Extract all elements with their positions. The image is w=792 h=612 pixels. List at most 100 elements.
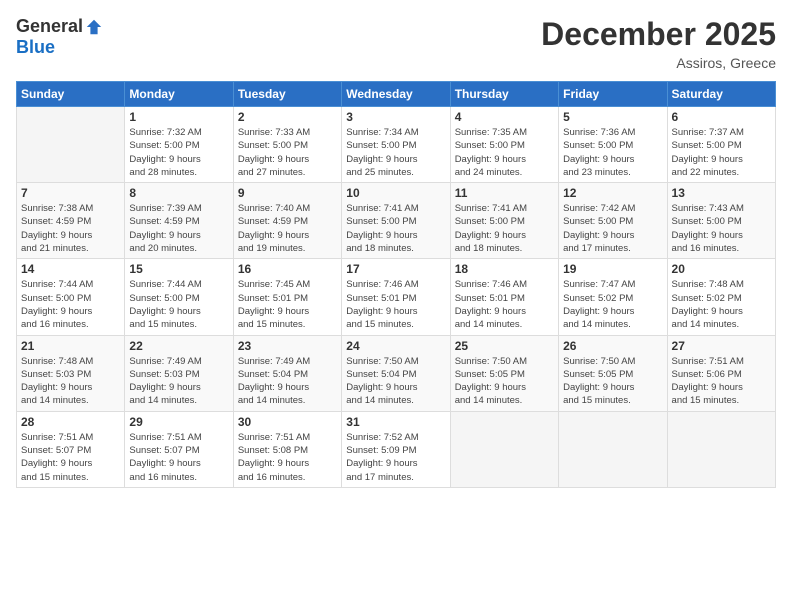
- day-number: 12: [563, 186, 662, 200]
- day-info: Sunrise: 7:33 AMSunset: 5:00 PMDaylight:…: [238, 126, 337, 179]
- calendar-cell: 31 Sunrise: 7:52 AMSunset: 5:09 PMDayligh…: [342, 411, 450, 487]
- day-number: 25: [455, 339, 554, 353]
- logo: General Blue: [16, 16, 103, 58]
- day-number: 4: [455, 110, 554, 124]
- day-info: Sunrise: 7:32 AMSunset: 5:00 PMDaylight:…: [129, 126, 228, 179]
- calendar-cell: [667, 411, 775, 487]
- header: General Blue December 2025 Assiros, Gree…: [16, 16, 776, 71]
- day-info: Sunrise: 7:52 AMSunset: 5:09 PMDaylight:…: [346, 431, 445, 484]
- day-number: 31: [346, 415, 445, 429]
- header-monday: Monday: [125, 82, 233, 107]
- day-number: 21: [21, 339, 120, 353]
- subtitle: Assiros, Greece: [541, 55, 776, 71]
- calendar-cell: [450, 411, 558, 487]
- day-info: Sunrise: 7:49 AMSunset: 5:03 PMDaylight:…: [129, 355, 228, 408]
- calendar-cell: 3Sunrise: 7:34 AMSunset: 5:00 PMDaylight…: [342, 107, 450, 183]
- day-number: 24: [346, 339, 445, 353]
- logo-icon: [85, 18, 103, 36]
- calendar-header-row: Sunday Monday Tuesday Wednesday Thursday…: [17, 82, 776, 107]
- calendar-cell: 18 Sunrise: 7:46 AMSunset: 5:01 PMDayligh…: [450, 259, 558, 335]
- calendar-cell: 9 Sunrise: 7:40 AMSunset: 4:59 PMDaylight…: [233, 183, 341, 259]
- day-info: Sunrise: 7:41 AMSunset: 5:00 PMDaylight:…: [455, 202, 554, 255]
- header-wednesday: Wednesday: [342, 82, 450, 107]
- header-thursday: Thursday: [450, 82, 558, 107]
- calendar-cell: [17, 107, 125, 183]
- day-info: Sunrise: 7:44 AMSunset: 5:00 PMDaylight:…: [129, 278, 228, 331]
- day-number: 13: [672, 186, 771, 200]
- day-info: Sunrise: 7:47 AMSunset: 5:02 PMDaylight:…: [563, 278, 662, 331]
- header-saturday: Saturday: [667, 82, 775, 107]
- logo-blue-text: Blue: [16, 37, 55, 58]
- day-info: Sunrise: 7:35 AMSunset: 5:00 PMDaylight:…: [455, 126, 554, 179]
- header-friday: Friday: [559, 82, 667, 107]
- calendar-week-row: 21 Sunrise: 7:48 AMSunset: 5:03 PMDayligh…: [17, 335, 776, 411]
- calendar-cell: 1 Sunrise: 7:32 AMSunset: 5:00 PMDaylight…: [125, 107, 233, 183]
- day-number: 1: [129, 110, 228, 124]
- calendar-week-row: 28Sunrise: 7:51 AMSunset: 5:07 PMDayligh…: [17, 411, 776, 487]
- calendar-cell: 6 Sunrise: 7:37 AMSunset: 5:00 PMDaylight…: [667, 107, 775, 183]
- calendar-cell: 25Sunrise: 7:50 AMSunset: 5:05 PMDayligh…: [450, 335, 558, 411]
- calendar-cell: 4 Sunrise: 7:35 AMSunset: 5:00 PMDaylight…: [450, 107, 558, 183]
- day-number: 5: [563, 110, 662, 124]
- calendar-cell: 8 Sunrise: 7:39 AMSunset: 4:59 PMDaylight…: [125, 183, 233, 259]
- calendar-cell: 23 Sunrise: 7:49 AMSunset: 5:04 PMDayligh…: [233, 335, 341, 411]
- day-number: 23: [238, 339, 337, 353]
- day-info: Sunrise: 7:51 AMSunset: 5:06 PMDaylight:…: [672, 355, 771, 408]
- day-info: Sunrise: 7:46 AMSunset: 5:01 PMDaylight:…: [346, 278, 445, 331]
- day-number: 20: [672, 262, 771, 276]
- day-info: Sunrise: 7:51 AMSunset: 5:07 PMDaylight:…: [21, 431, 120, 484]
- calendar-cell: 19 Sunrise: 7:47 AMSunset: 5:02 PMDayligh…: [559, 259, 667, 335]
- calendar-cell: 28Sunrise: 7:51 AMSunset: 5:07 PMDayligh…: [17, 411, 125, 487]
- header-sunday: Sunday: [17, 82, 125, 107]
- day-info: Sunrise: 7:37 AMSunset: 5:00 PMDaylight:…: [672, 126, 771, 179]
- calendar-cell: 15Sunrise: 7:44 AMSunset: 5:00 PMDayligh…: [125, 259, 233, 335]
- calendar-cell: 26 Sunrise: 7:50 AMSunset: 5:05 PMDayligh…: [559, 335, 667, 411]
- day-info: Sunrise: 7:49 AMSunset: 5:04 PMDaylight:…: [238, 355, 337, 408]
- day-info: Sunrise: 7:50 AMSunset: 5:04 PMDaylight:…: [346, 355, 445, 408]
- calendar-cell: 7 Sunrise: 7:38 AMSunset: 4:59 PMDaylight…: [17, 183, 125, 259]
- day-info: Sunrise: 7:39 AMSunset: 4:59 PMDaylight:…: [129, 202, 228, 255]
- day-info: Sunrise: 7:43 AMSunset: 5:00 PMDaylight:…: [672, 202, 771, 255]
- calendar-cell: 27 Sunrise: 7:51 AMSunset: 5:06 PMDayligh…: [667, 335, 775, 411]
- day-info: Sunrise: 7:38 AMSunset: 4:59 PMDaylight:…: [21, 202, 120, 255]
- day-number: 30: [238, 415, 337, 429]
- day-info: Sunrise: 7:51 AMSunset: 5:07 PMDaylight:…: [129, 431, 228, 484]
- title-area: December 2025 Assiros, Greece: [541, 16, 776, 71]
- day-info: Sunrise: 7:48 AMSunset: 5:02 PMDaylight:…: [672, 278, 771, 331]
- calendar-cell: 14 Sunrise: 7:44 AMSunset: 5:00 PMDayligh…: [17, 259, 125, 335]
- calendar-cell: 22 Sunrise: 7:49 AMSunset: 5:03 PMDayligh…: [125, 335, 233, 411]
- day-number: 14: [21, 262, 120, 276]
- day-info: Sunrise: 7:44 AMSunset: 5:00 PMDaylight:…: [21, 278, 120, 331]
- calendar-cell: 13 Sunrise: 7:43 AMSunset: 5:00 PMDayligh…: [667, 183, 775, 259]
- day-info: Sunrise: 7:41 AMSunset: 5:00 PMDaylight:…: [346, 202, 445, 255]
- day-number: 18: [455, 262, 554, 276]
- calendar-cell: 21 Sunrise: 7:48 AMSunset: 5:03 PMDayligh…: [17, 335, 125, 411]
- day-number: 8: [129, 186, 228, 200]
- month-title: December 2025: [541, 16, 776, 53]
- day-number: 3: [346, 110, 445, 124]
- page-container: General Blue December 2025 Assiros, Gree…: [0, 0, 792, 496]
- day-number: 9: [238, 186, 337, 200]
- day-number: 22: [129, 339, 228, 353]
- calendar-cell: 2 Sunrise: 7:33 AMSunset: 5:00 PMDaylight…: [233, 107, 341, 183]
- day-number: 10: [346, 186, 445, 200]
- day-number: 19: [563, 262, 662, 276]
- calendar-cell: 24 Sunrise: 7:50 AMSunset: 5:04 PMDayligh…: [342, 335, 450, 411]
- day-number: 11: [455, 186, 554, 200]
- day-info: Sunrise: 7:48 AMSunset: 5:03 PMDaylight:…: [21, 355, 120, 408]
- calendar: Sunday Monday Tuesday Wednesday Thursday…: [16, 81, 776, 488]
- calendar-week-row: 14 Sunrise: 7:44 AMSunset: 5:00 PMDayligh…: [17, 259, 776, 335]
- calendar-cell: 16Sunrise: 7:45 AMSunset: 5:01 PMDayligh…: [233, 259, 341, 335]
- day-number: 26: [563, 339, 662, 353]
- day-info: Sunrise: 7:40 AMSunset: 4:59 PMDaylight:…: [238, 202, 337, 255]
- day-number: 7: [21, 186, 120, 200]
- day-number: 2: [238, 110, 337, 124]
- day-info: Sunrise: 7:50 AMSunset: 5:05 PMDaylight:…: [563, 355, 662, 408]
- calendar-cell: 5Sunrise: 7:36 AMSunset: 5:00 PMDaylight…: [559, 107, 667, 183]
- calendar-cell: 20 Sunrise: 7:48 AMSunset: 5:02 PMDayligh…: [667, 259, 775, 335]
- day-number: 27: [672, 339, 771, 353]
- day-info: Sunrise: 7:46 AMSunset: 5:01 PMDaylight:…: [455, 278, 554, 331]
- day-number: 6: [672, 110, 771, 124]
- day-number: 17: [346, 262, 445, 276]
- day-number: 29: [129, 415, 228, 429]
